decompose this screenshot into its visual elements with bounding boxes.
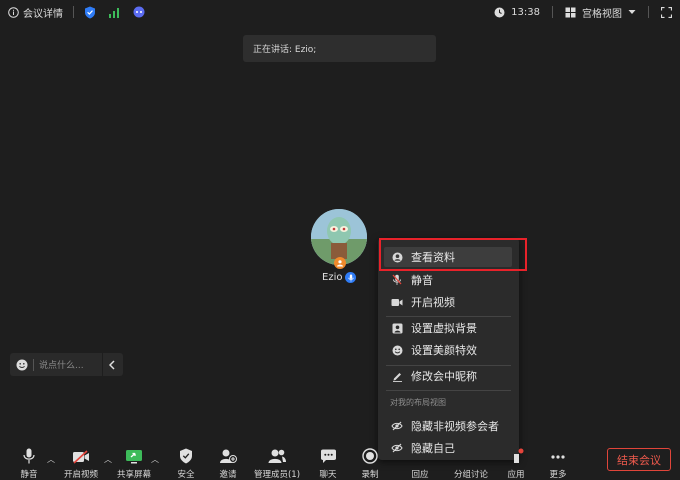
divider bbox=[102, 353, 103, 376]
info-icon[interactable] bbox=[8, 6, 19, 18]
menu-item-rename[interactable]: 修改会中昵称 bbox=[384, 366, 512, 386]
grid-view-icon[interactable] bbox=[565, 7, 576, 18]
divider bbox=[552, 6, 553, 18]
reaction-button[interactable]: 回应 bbox=[406, 440, 434, 480]
host-badge bbox=[334, 257, 346, 269]
shield-icon bbox=[179, 442, 193, 464]
bottom-toolbar: 静音 ︿ 开启视频 ︿ 共享屏幕 ︿ 安全 邀请 管理成员(1) 聊天 录制 回… bbox=[0, 440, 680, 480]
meeting-info-button[interactable]: 会议详情 bbox=[23, 5, 63, 20]
clock-icon bbox=[494, 7, 505, 18]
divider bbox=[73, 6, 74, 18]
meeting-time: 13:38 bbox=[511, 6, 540, 18]
signal-icon[interactable] bbox=[108, 7, 120, 18]
share-screen-label: 共享屏幕 bbox=[116, 470, 151, 480]
share-screen-button[interactable]: 共享屏幕 bbox=[114, 440, 154, 480]
invite-button[interactable]: 邀请 bbox=[214, 440, 242, 480]
top-bar: 会议详情 13:38 宫格视图 bbox=[0, 0, 680, 24]
breakout-label: 分组讨论 bbox=[453, 470, 488, 480]
menu-item-label: 设置美颜特效 bbox=[411, 344, 477, 357]
menu-item-label: 修改会中昵称 bbox=[411, 370, 477, 383]
chevron-up-icon[interactable]: ︿ bbox=[104, 454, 112, 465]
menu-item-label: 静音 bbox=[411, 274, 433, 287]
view-mode-button[interactable]: 宫格视图 bbox=[582, 5, 622, 20]
divider bbox=[648, 6, 649, 18]
end-meeting-button[interactable]: 结束会议 bbox=[607, 448, 671, 471]
reaction-label: 回应 bbox=[411, 470, 429, 480]
start-video-button[interactable]: 开启视频 bbox=[61, 440, 101, 480]
menu-item-start-video[interactable]: 开启视频 bbox=[384, 292, 512, 312]
bot-icon[interactable] bbox=[132, 6, 146, 18]
menu-item-mute[interactable]: 静音 bbox=[384, 270, 512, 290]
manage-members-button[interactable]: 管理成员(1) bbox=[253, 440, 301, 480]
apps-icon bbox=[508, 442, 524, 464]
apps-button[interactable]: 应用 bbox=[503, 440, 529, 480]
mic-muted-icon bbox=[390, 274, 404, 286]
chat-button[interactable]: 聊天 bbox=[314, 440, 342, 480]
manage-members-label: 管理成员(1) bbox=[253, 470, 301, 480]
chat-icon bbox=[320, 442, 337, 464]
members-icon bbox=[267, 442, 287, 464]
menu-item-beauty-effects[interactable]: 设置美颜特效 bbox=[384, 340, 512, 360]
chat-input-bar[interactable]: 说点什么... bbox=[10, 353, 123, 376]
shield-icon[interactable] bbox=[84, 6, 96, 19]
highlight-box bbox=[379, 238, 527, 271]
speaking-banner: 正在讲话: Ezio; bbox=[243, 35, 436, 62]
share-screen-icon bbox=[125, 442, 143, 464]
chevron-up-icon[interactable]: ︿ bbox=[151, 454, 159, 465]
invite-label: 邀请 bbox=[219, 470, 237, 480]
breakout-button[interactable]: 分组讨论 bbox=[451, 440, 491, 480]
record-icon bbox=[362, 442, 378, 464]
more-button[interactable]: 更多 bbox=[544, 440, 572, 480]
menu-divider bbox=[386, 390, 511, 391]
mic-icon bbox=[23, 442, 35, 464]
menu-divider bbox=[386, 316, 511, 317]
video-icon bbox=[390, 298, 404, 307]
eye-off-icon bbox=[390, 421, 404, 431]
chevron-down-icon[interactable] bbox=[628, 9, 636, 15]
smile-icon bbox=[390, 345, 404, 356]
record-label: 录制 bbox=[361, 470, 379, 480]
chevron-up-icon[interactable]: ︿ bbox=[47, 454, 55, 465]
portrait-icon bbox=[390, 323, 404, 334]
participant-name: Ezio bbox=[322, 272, 343, 283]
collapse-left-icon[interactable] bbox=[109, 359, 115, 370]
participant-context-menu: 查看资料 静音 开启视频 设置虚拟背景 设置美颜特效 修改会中昵称 对我的布局视… bbox=[378, 238, 519, 460]
participant-name-tag: Ezio bbox=[322, 272, 357, 283]
apps-label: 应用 bbox=[507, 470, 525, 480]
speaking-text: 正在讲话: Ezio; bbox=[253, 45, 317, 55]
record-button[interactable]: 录制 bbox=[357, 440, 383, 480]
mute-button[interactable]: 静音 bbox=[14, 440, 44, 480]
menu-item-virtual-background[interactable]: 设置虚拟背景 bbox=[384, 318, 512, 338]
mic-icon bbox=[345, 272, 357, 283]
menu-item-label: 隐藏非视频参会者 bbox=[411, 420, 499, 433]
video-off-icon bbox=[72, 442, 90, 464]
start-video-label: 开启视频 bbox=[63, 470, 98, 480]
chat-input[interactable]: 说点什么... bbox=[39, 358, 102, 371]
security-label: 安全 bbox=[177, 470, 195, 480]
fullscreen-icon[interactable] bbox=[661, 6, 672, 18]
menu-item-label: 设置虚拟背景 bbox=[411, 322, 477, 335]
more-icon bbox=[550, 442, 566, 464]
mute-label: 静音 bbox=[20, 470, 38, 480]
menu-section-title: 对我的布局视图 bbox=[390, 398, 446, 407]
menu-item-hide-non-video[interactable]: 隐藏非视频参会者 bbox=[384, 416, 512, 436]
chat-label: 聊天 bbox=[319, 470, 337, 480]
emoji-icon[interactable] bbox=[16, 359, 28, 371]
add-user-icon bbox=[219, 442, 237, 464]
more-label: 更多 bbox=[549, 470, 567, 480]
pencil-icon bbox=[390, 371, 404, 382]
security-button[interactable]: 安全 bbox=[172, 440, 200, 480]
divider bbox=[33, 358, 34, 371]
menu-item-label: 开启视频 bbox=[411, 296, 455, 309]
